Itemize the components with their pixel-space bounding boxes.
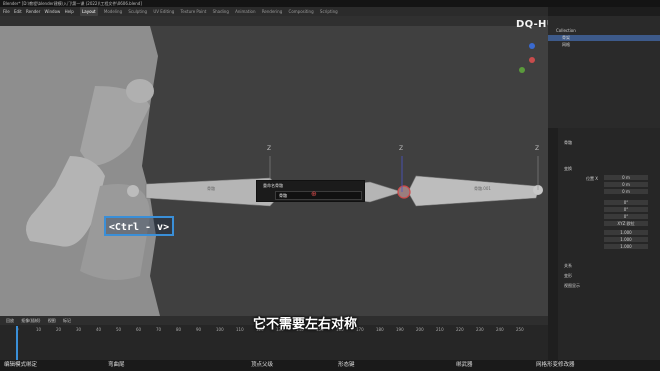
field-rotation-z[interactable]: 0° — [604, 214, 648, 219]
status-bar: 编辑模式绑定 弯曲尾 顶点父级 形态键 绑武器 网格形变修改器 — [0, 360, 660, 371]
workspace-tab-layout[interactable]: Layout — [80, 7, 98, 16]
playhead[interactable] — [16, 326, 18, 360]
tick-label: 50 — [116, 327, 122, 332]
mannequin-elbow — [126, 79, 154, 103]
timeline-menu-keying[interactable]: 抠像(插帧) — [21, 318, 40, 323]
field-rotation-mode[interactable]: XYZ 欧拉 — [604, 221, 648, 226]
bone-label-1: 骨骼 — [207, 186, 215, 191]
workspace-tab-uv-editing[interactable]: UV Editing — [153, 7, 174, 16]
tick-label: 100 — [216, 327, 224, 332]
tick-label: 30 — [76, 327, 82, 332]
bone-right — [407, 175, 539, 207]
nav-gizmo-y — [519, 67, 525, 73]
field-location-x-label: 位置 X — [586, 176, 599, 181]
nav-gizmo-x — [529, 57, 535, 63]
outliner-item-mesh[interactable]: 网格 — [548, 42, 660, 48]
tick-label: 70 — [156, 327, 162, 332]
timeline-menu-playback[interactable]: 回放 — [6, 318, 14, 323]
section-transform[interactable]: 变换 — [564, 166, 572, 172]
section-viewport-display[interactable]: 视图显示 — [564, 283, 580, 289]
rename-popup-title: 重命名骨骼 — [263, 183, 283, 188]
tick-label: 60 — [136, 327, 142, 332]
properties-header: 骨骼 — [564, 140, 572, 145]
menu-window[interactable]: Window — [45, 7, 61, 16]
timeline-menu-view[interactable]: 视图 — [48, 318, 56, 323]
top-menu-bar: File Edit Render Window Help Layout Mode… — [0, 7, 548, 16]
z-axis-label-2: Z — [399, 145, 404, 152]
field-rotation-y[interactable]: 0° — [604, 207, 648, 212]
tick-label: 240 — [496, 327, 504, 332]
field-location-x[interactable]: 0 m — [604, 175, 648, 180]
field-location-y[interactable]: 0 m — [604, 182, 648, 187]
bone-joint-selected — [397, 185, 411, 199]
menu-edit[interactable]: Edit — [14, 7, 22, 16]
workspace-tab-animation[interactable]: Animation — [235, 7, 255, 16]
tick-label: 10 — [36, 327, 42, 332]
bone-label-2: 骨骼.001 — [474, 186, 491, 191]
outliner-item-collection[interactable]: Collection — [548, 28, 660, 34]
tick-label: 190 — [396, 327, 404, 332]
nav-gizmo-z — [529, 43, 535, 49]
outliner-panel: Collection 骨架 网格 — [548, 16, 660, 128]
tick-label: 210 — [436, 327, 444, 332]
section-relations[interactable]: 关系 — [564, 263, 572, 269]
menu-render[interactable]: Render — [26, 7, 40, 16]
video-subtitle: 它不需要左右对称 — [253, 317, 358, 332]
outliner-item-label: 骨架 — [562, 35, 570, 40]
field-location-z[interactable]: 0 m — [604, 189, 648, 194]
field-rotation-x[interactable]: 0° — [604, 200, 648, 205]
outliner-item-label: 网格 — [562, 42, 570, 47]
tick-label: 170 — [356, 327, 364, 332]
chapter-label-5: 绑武器 — [456, 362, 473, 368]
tick-label: 20 — [56, 327, 62, 332]
field-scale-z[interactable]: 1.000 — [604, 244, 648, 249]
rename-bone-popup: 重命名骨骼 骨骼 ⊕ — [256, 180, 365, 202]
workspace-tab-modeling[interactable]: Modeling — [104, 7, 122, 16]
workspace-tab-shading[interactable]: Shading — [213, 7, 229, 16]
tick-label: 90 — [196, 327, 202, 332]
tick-label: 250 — [516, 327, 524, 332]
window-title: Blender* [D:\教程\blender建模\入门\第一课 (2022)\… — [3, 1, 142, 6]
menu-help[interactable]: Help — [65, 7, 74, 16]
viewport-scene — [0, 26, 543, 316]
properties-panel: 骨骼 变换 位置 X 0 m 0 m 0 m 0° 0° 0° XYZ 欧拉 1… — [548, 128, 660, 371]
field-scale-x[interactable]: 1.000 — [604, 230, 648, 235]
workspace-tab-compositing[interactable]: Compositing — [289, 7, 314, 16]
cursor-icon: ⊕ — [311, 190, 317, 198]
outliner-item-armature[interactable]: 骨架 — [548, 35, 660, 41]
tick-label: 80 — [176, 327, 182, 332]
chapter-label-1: 编辑模式绑定 — [4, 362, 38, 368]
outliner-item-label: Collection — [556, 28, 576, 33]
hotkey-overlay: <Ctrl - v> — [104, 216, 174, 236]
rename-name-field[interactable]: 骨骼 — [275, 191, 362, 200]
rename-field-value: 骨骼 — [279, 193, 287, 198]
tick-label: 180 — [376, 327, 384, 332]
properties-tabs — [548, 128, 558, 371]
chapter-label-2: 弯曲尾 — [108, 362, 125, 368]
workspace-tab-texture-paint[interactable]: Texture Paint — [181, 7, 207, 16]
chapter-label-6: 网格形变修改器 — [536, 362, 575, 368]
z-axis-label-1: Z — [267, 145, 272, 152]
tick-label: 230 — [476, 327, 484, 332]
section-deform[interactable]: 变形 — [564, 273, 572, 279]
field-scale-y[interactable]: 1.000 — [604, 237, 648, 242]
tick-label: 40 — [96, 327, 102, 332]
chapter-label-3: 顶点父级 — [251, 362, 274, 368]
timeline-menu-marker[interactable]: 标记 — [63, 318, 71, 323]
tick-label: 110 — [236, 327, 244, 332]
workspace-tab-rendering[interactable]: Rendering — [262, 7, 282, 16]
chapter-label-4: 形态键 — [338, 362, 355, 368]
menu-file[interactable]: File — [3, 7, 10, 16]
bone-joint-left — [127, 185, 139, 197]
z-axis-label-3: Z — [535, 145, 540, 152]
workspace-tab-scripting[interactable]: Scripting — [320, 7, 338, 16]
workspace-tab-sculpting[interactable]: Sculpting — [128, 7, 147, 16]
tick-label: 200 — [416, 327, 424, 332]
3d-viewport[interactable]: 用户透视 (0) 骨架 | 骨骼.001 Centimeters 骨骼 骨骼.0… — [0, 16, 548, 316]
tick-label: 220 — [456, 327, 464, 332]
window-title-bar: Blender* [D:\教程\blender建模\入门\第一课 (2022)\… — [0, 0, 660, 7]
